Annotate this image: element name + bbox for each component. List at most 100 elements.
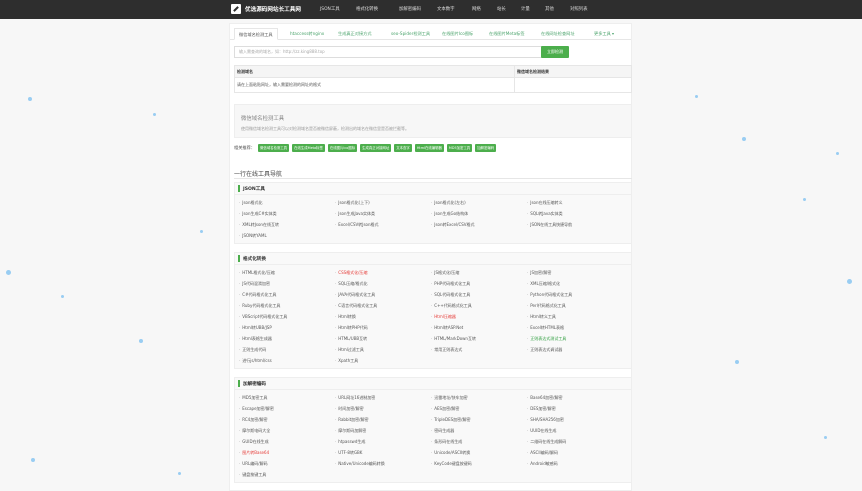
tool-link[interactable]: SQL转Java实体类 (527, 208, 623, 219)
tool-link[interactable]: Html转ASP.Net (431, 322, 527, 333)
tool-link[interactable]: htpasswd生成 (335, 436, 431, 447)
tool-link[interactable]: Html表格生成器 (239, 333, 335, 344)
tool-link[interactable]: C语言代码格式化工具 (335, 300, 431, 311)
tool-link[interactable]: JAVA代码格式化工具 (335, 289, 431, 300)
recommend-tag[interactable]: 生成真正对接网址 (360, 144, 392, 152)
tool-link[interactable]: Html过滤工具 (335, 344, 431, 355)
tool-link[interactable]: Html转换 (335, 311, 431, 322)
tool-link[interactable]: XML压缩/格式化 (527, 278, 623, 289)
tool-link[interactable]: 摩尔斯电码大全 (239, 425, 335, 436)
tool-link[interactable]: C++代码格式化工具 (431, 300, 527, 311)
nav-item[interactable]: 格式化转换 (356, 6, 378, 12)
nav-item[interactable]: JSON工具 (320, 6, 340, 12)
domain-search-input[interactable]: 输入需查询的域名，如：http://zz.king888.top (234, 46, 543, 58)
site-logo[interactable]: 优选源码网站长工具网 (231, 4, 301, 14)
tool-link[interactable]: 二维码在线生成解码 (527, 436, 623, 447)
recommend-tag[interactable]: Html在线编辑器 (414, 144, 444, 152)
tool-link[interactable]: Html转义工具 (527, 311, 623, 322)
tool-link[interactable]: Html压缩器 (431, 311, 527, 322)
tool-link[interactable]: CSS格式化/压缩 (335, 267, 431, 278)
tool-link[interactable]: 键盘按键工具 (239, 469, 335, 480)
tool-link[interactable]: URL编码/解码 (239, 458, 335, 469)
nav-item[interactable]: 网络 (472, 6, 481, 12)
tool-link[interactable]: Json生成Java实体类 (335, 208, 431, 219)
tool-link[interactable]: 密码生成器 (431, 425, 527, 436)
tool-link[interactable]: GUID在线生成 (239, 436, 335, 447)
tool-link[interactable]: Json转Excel/CSV格式 (431, 219, 527, 230)
tool-link[interactable]: JS格式化/压缩 (431, 267, 527, 278)
tool-link[interactable]: JS代码混淆加密 (239, 278, 335, 289)
tool-link[interactable]: 进行js/html/css (239, 355, 335, 366)
tool-link[interactable]: Html转UBB/JSP (239, 322, 335, 333)
tool-link[interactable]: PHP代码格式化工具 (431, 278, 527, 289)
tab-7[interactable]: 更多工具 (594, 28, 614, 40)
tool-link[interactable]: SHA/SHA256加密 (527, 414, 623, 425)
tab-5[interactable]: 在线图片Meta标签 (489, 28, 525, 40)
tool-link[interactable]: 时间加密/解密 (335, 403, 431, 414)
tool-link[interactable]: UTF-8转GBK (335, 447, 431, 458)
tool-link[interactable]: Xpath工具 (335, 355, 431, 366)
recommend-tag[interactable]: 加解密编码 (475, 144, 497, 152)
tab-1[interactable]: htaccess转nginx (290, 28, 324, 40)
tool-link[interactable]: 正则表达式测试工具 (527, 333, 623, 344)
tool-link[interactable]: Excel转HTML表格 (527, 322, 623, 333)
tool-link[interactable]: 正则表达式调试器 (527, 344, 623, 355)
nav-item[interactable]: 加解密编码 (399, 6, 421, 12)
tab-6[interactable]: 在线网址检查网址 (541, 28, 575, 40)
tool-link[interactable]: Escape加密/解密 (239, 403, 335, 414)
tool-link[interactable]: JSON转YAML (239, 230, 335, 241)
tool-link[interactable]: 图片转Base64 (239, 447, 335, 458)
tool-link[interactable]: Json在线压缩转义 (527, 197, 623, 208)
tool-link[interactable]: SQL压缩/格式化 (335, 278, 431, 289)
recommend-tag[interactable]: 在线图片Ico图标 (327, 144, 358, 152)
tool-link[interactable]: TripleDES加密/解密 (431, 414, 527, 425)
recommend-tag[interactable]: 在线生成Meta标签 (292, 144, 325, 152)
tool-link[interactable]: JSON在线工具快捷导航 (527, 219, 623, 230)
tab-3[interactable]: seo-Spider检测工具 (391, 28, 430, 40)
tool-link[interactable]: 正则生成代码 (239, 344, 335, 355)
tool-link[interactable]: 迅雷地址/快车加密 (431, 392, 527, 403)
tool-link[interactable]: DES加密/解密 (527, 403, 623, 414)
recommend-tag[interactable]: MD5加密工具 (446, 144, 473, 152)
nav-item[interactable]: 文本数字 (437, 6, 455, 12)
tool-link[interactable]: Json生成C#实体类 (239, 208, 335, 219)
tool-link[interactable]: Native/Unicode编码转换 (335, 458, 431, 469)
tool-link[interactable]: KeyCode键盘按键码 (431, 458, 527, 469)
check-button[interactable]: 立即检测 (541, 46, 569, 58)
tab-4[interactable]: 在线图片Ico图标 (442, 28, 473, 40)
tool-link[interactable]: VBScript代码格式化工具 (239, 311, 335, 322)
tool-link[interactable]: HTML/UBB互转 (335, 333, 431, 344)
tool-link[interactable]: Json格式化(上下) (335, 197, 431, 208)
tool-link[interactable]: JS加密/解密 (527, 267, 623, 278)
tool-link[interactable]: Android敏感码 (527, 458, 623, 469)
recommend-tag[interactable]: 微信域名检测工具 (257, 144, 290, 152)
tool-link[interactable]: Unicode/ASCII转换 (431, 447, 527, 458)
tool-link[interactable]: 常用正则表达式 (431, 344, 527, 355)
nav-item[interactable]: 其他 (545, 6, 554, 12)
tool-link[interactable]: SQL代码格式化工具 (431, 289, 527, 300)
tool-link[interactable]: HTML/MarkDown互转 (431, 333, 527, 344)
tool-link[interactable]: Base64加密/解密 (527, 392, 623, 403)
tool-link[interactable]: Json生成Go结构体 (431, 208, 527, 219)
tab-0[interactable]: 微信域名检测工具 (234, 28, 278, 40)
tool-link[interactable]: HTML格式化/压缩 (239, 267, 335, 278)
tool-link[interactable]: AES加密/解密 (431, 403, 527, 414)
tool-link[interactable]: URL网址16进制加密 (335, 392, 431, 403)
tool-link[interactable]: XML转Json在线互转 (239, 219, 335, 230)
tool-link[interactable]: 摩尔斯码加解密 (335, 425, 431, 436)
tool-link[interactable]: Rabbit加密/解密 (335, 414, 431, 425)
tab-2[interactable]: 生成真正对接方式 (338, 28, 372, 40)
tool-link[interactable]: Perl代码格式化工具 (527, 300, 623, 311)
tool-link[interactable]: 条形码在线生成 (431, 436, 527, 447)
tool-link[interactable]: RC4加密/解密 (239, 414, 335, 425)
recommend-tag[interactable]: 文本查字 (394, 144, 412, 152)
tool-link[interactable]: UUID在线生成 (527, 425, 623, 436)
tool-link[interactable]: Python代码格式化工具 (527, 289, 623, 300)
nav-item[interactable]: 站长 (497, 6, 506, 12)
tool-link[interactable]: Excel/CSV转Json格式 (335, 219, 431, 230)
tool-link[interactable]: Html转PHP代码 (335, 322, 431, 333)
tool-link[interactable]: MD5加密工具 (239, 392, 335, 403)
tool-link[interactable]: Json格式化 (239, 197, 335, 208)
tool-link[interactable]: Ruby代码格式化工具 (239, 300, 335, 311)
tool-link[interactable]: Json格式化(左右) (431, 197, 527, 208)
